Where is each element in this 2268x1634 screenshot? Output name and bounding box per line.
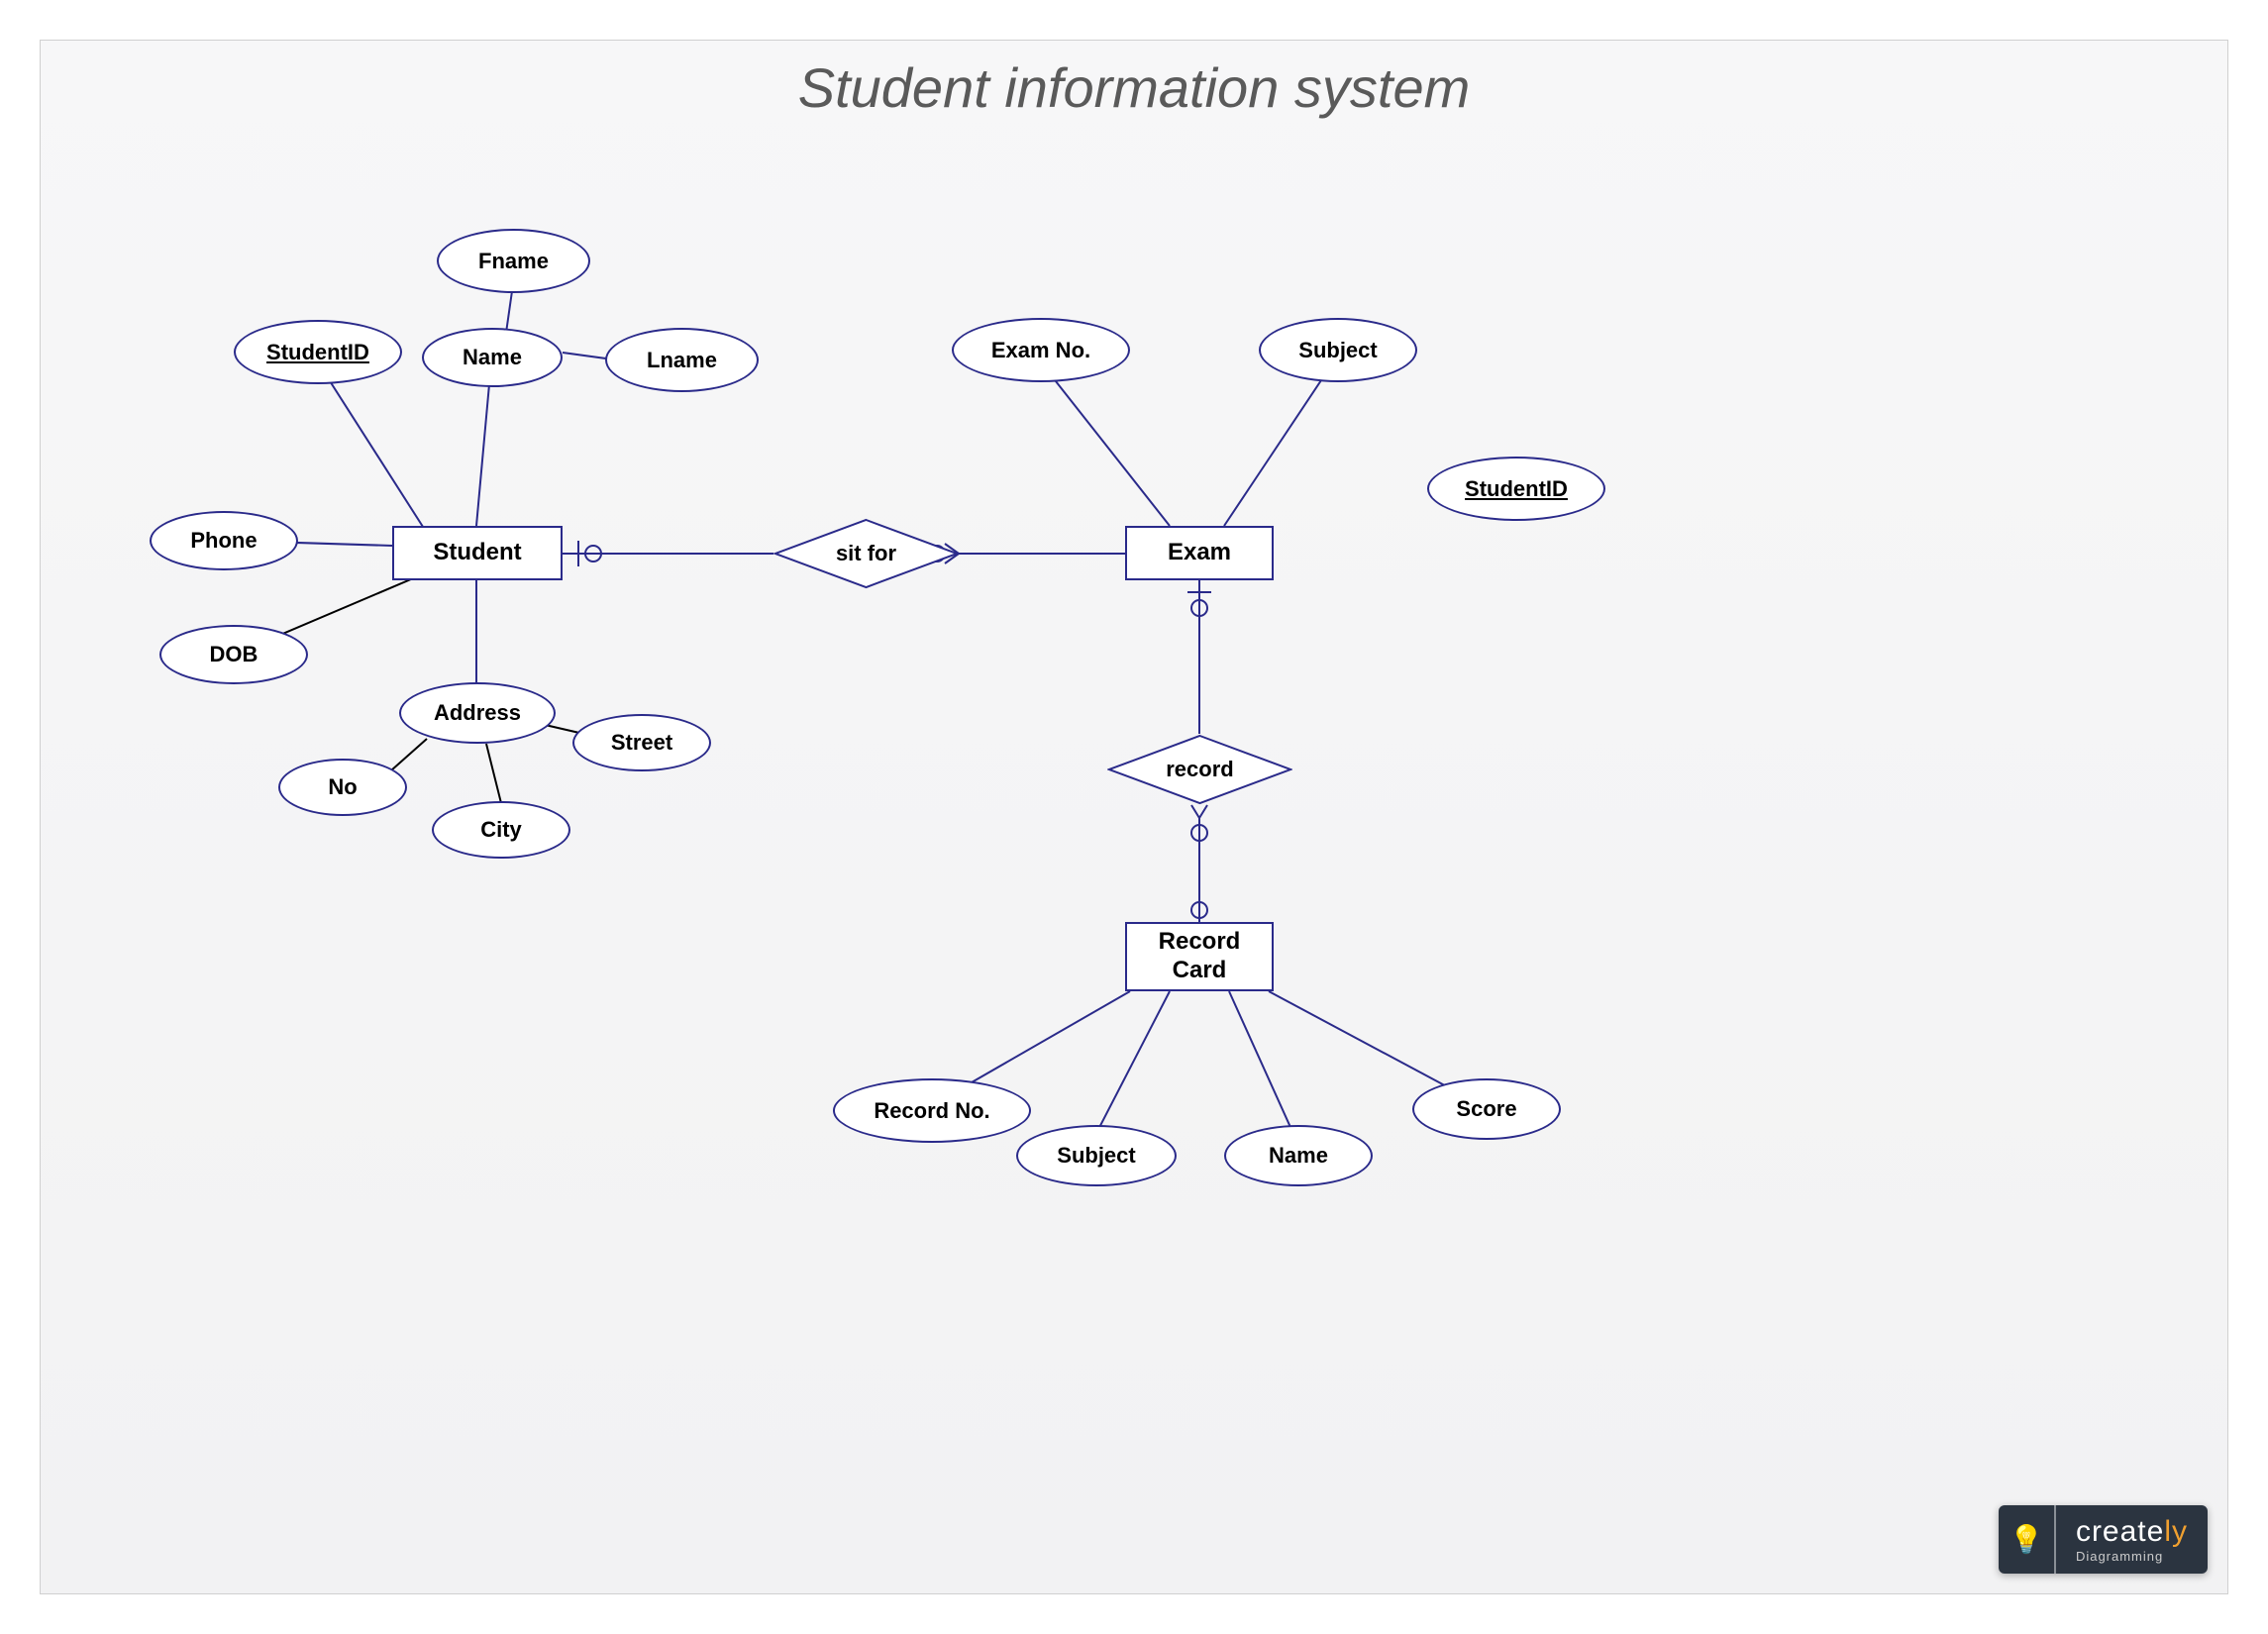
attr-dob: DOB xyxy=(159,625,308,684)
attr-record-no: Record No. xyxy=(833,1078,1031,1143)
relationship-sit-for: sit for xyxy=(773,518,959,589)
relationship-record: record xyxy=(1107,734,1292,805)
entity-student: Student xyxy=(392,526,563,580)
attr-subject-rc: Subject xyxy=(1016,1125,1177,1186)
logo-brand: creately xyxy=(2076,1515,2188,1549)
diagram-canvas: Student information system xyxy=(40,40,2228,1594)
attr-address: Address xyxy=(399,682,556,744)
attr-city: City xyxy=(432,801,570,859)
lightbulb-icon: 💡 xyxy=(1999,1505,2054,1574)
attr-student-id: StudentID xyxy=(234,320,402,384)
attr-street: Street xyxy=(572,714,711,771)
attr-lname: Lname xyxy=(605,328,759,392)
attr-fname: Fname xyxy=(437,229,590,293)
creately-logo: 💡 creately Diagramming xyxy=(1999,1505,2208,1574)
attr-phone: Phone xyxy=(150,511,298,570)
logo-tagline: Diagramming xyxy=(2076,1549,2188,1564)
attr-student-id-exam: StudentID xyxy=(1427,457,1605,521)
attr-exam-no: Exam No. xyxy=(952,318,1130,382)
attr-score: Score xyxy=(1412,1078,1561,1140)
entity-record-card: Record Card xyxy=(1125,922,1274,991)
entity-exam: Exam xyxy=(1125,526,1274,580)
attr-name: Name xyxy=(422,328,563,387)
diagram-title: Student information system xyxy=(41,55,2227,120)
attr-no: No xyxy=(278,759,407,816)
attr-name-rc: Name xyxy=(1224,1125,1373,1186)
attr-subject-exam: Subject xyxy=(1259,318,1417,382)
connection-lines xyxy=(41,41,2227,1593)
